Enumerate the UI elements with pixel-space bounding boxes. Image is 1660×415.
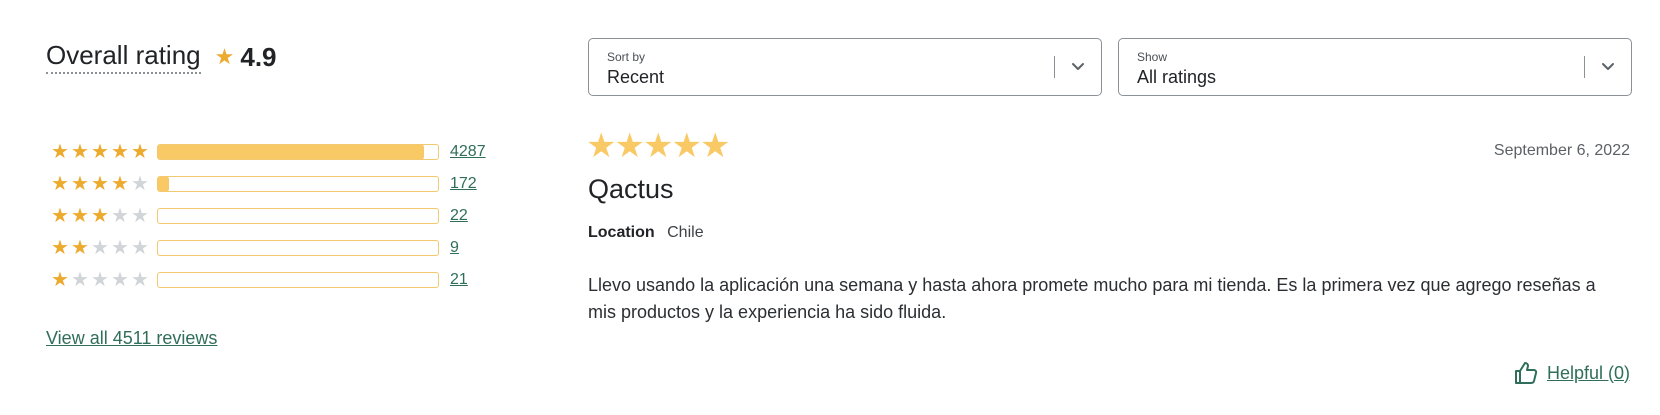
star-empty-icon: ★ xyxy=(111,269,129,291)
rating-row-3: ★ ★ ★ ★ ★ 22 xyxy=(50,200,490,232)
sort-by-value: Recent xyxy=(607,67,665,87)
review-date: September 6, 2022 xyxy=(1493,142,1630,159)
rating-row-2: ★ ★ ★ ★ ★ 9 xyxy=(50,232,490,264)
rating-row-4: ★ ★ ★ ★ ★ 172 xyxy=(50,168,490,200)
star-empty-icon: ★ xyxy=(71,269,89,291)
rating-bar xyxy=(157,240,439,256)
star-filled-icon: ★ xyxy=(700,127,731,165)
rating-count-link[interactable]: 22 xyxy=(450,207,468,225)
star-empty-icon: ★ xyxy=(111,205,129,227)
star-filled-icon: ★ xyxy=(51,173,69,195)
star-rating-icons: ★ ★ ★ ★ ★ xyxy=(50,142,150,162)
star-filled-icon: ★ xyxy=(71,173,89,195)
rating-distribution: ★ ★ ★ ★ ★ 4287 ★ ★ ★ ★ ★ 172 ★ ★ ★ ★ ★ 22 ★ ★ ★ ★ ★ 9 ★ ★… xyxy=(50,136,490,296)
star-icon: ★ xyxy=(214,44,235,69)
star-filled-icon: ★ xyxy=(71,141,89,163)
star-filled-icon: ★ xyxy=(71,237,89,259)
select-divider xyxy=(1054,56,1055,78)
star-filled-icon: ★ xyxy=(91,173,109,195)
location-label: Location xyxy=(588,224,655,241)
review-star-rating: ★ ★ ★ ★ ★ xyxy=(586,127,731,165)
show-value: All ratings xyxy=(1137,67,1217,87)
review-body: Llevo usando la aplicación una semana y … xyxy=(588,275,1596,322)
show-ratings-select[interactable]: Show All ratings xyxy=(1118,38,1632,96)
star-filled-icon: ★ xyxy=(51,237,69,259)
star-rating-icons: ★ ★ ★ ★ ★ xyxy=(50,270,150,290)
rating-count-link[interactable]: 4287 xyxy=(450,143,486,161)
star-rating-icons: ★ ★ ★ ★ ★ xyxy=(50,206,150,226)
rating-count-link[interactable]: 172 xyxy=(450,175,477,193)
rating-row-5: ★ ★ ★ ★ ★ 4287 xyxy=(50,136,490,168)
star-empty-icon: ★ xyxy=(131,205,149,227)
rating-bar-fill xyxy=(158,145,424,159)
select-divider xyxy=(1584,56,1585,78)
star-empty-icon: ★ xyxy=(131,237,149,259)
star-filled-icon: ★ xyxy=(111,141,129,163)
sort-by-label: Sort by xyxy=(607,50,646,64)
star-empty-icon: ★ xyxy=(131,173,149,195)
rating-bar xyxy=(157,144,439,160)
show-label: Show xyxy=(1137,50,1168,64)
rating-count-link[interactable]: 21 xyxy=(450,271,468,289)
star-filled-icon: ★ xyxy=(671,127,702,165)
chevron-down-icon xyxy=(1602,63,1614,70)
star-empty-icon: ★ xyxy=(131,269,149,291)
reviewer-name: Qactus xyxy=(588,174,674,204)
overall-rating: Overall rating ★ 4.9 xyxy=(46,40,277,74)
star-filled-icon: ★ xyxy=(111,173,129,195)
rating-bar-fill xyxy=(158,177,170,191)
star-empty-icon: ★ xyxy=(91,269,109,291)
rating-row-1: ★ ★ ★ ★ ★ 21 xyxy=(50,264,490,296)
star-filled-icon: ★ xyxy=(51,141,69,163)
sort-by-select[interactable]: Sort by Recent xyxy=(588,38,1102,96)
location-value: Chile xyxy=(667,224,704,241)
thumbs-up-icon xyxy=(1514,362,1538,384)
chevron-down-icon xyxy=(1072,63,1084,70)
star-filled-icon: ★ xyxy=(586,127,617,165)
reviewer-location: Location Chile xyxy=(588,224,704,242)
rating-bar xyxy=(157,208,439,224)
star-filled-icon: ★ xyxy=(614,127,645,165)
rating-bar xyxy=(157,176,439,192)
overall-rating-label[interactable]: Overall rating xyxy=(46,40,201,74)
star-filled-icon: ★ xyxy=(131,141,149,163)
star-filled-icon: ★ xyxy=(91,205,109,227)
helpful-button[interactable]: Helpful (0) xyxy=(1513,360,1630,386)
view-all-reviews-link[interactable]: View all 4511 reviews xyxy=(46,328,217,349)
star-filled-icon: ★ xyxy=(71,205,89,227)
star-empty-icon: ★ xyxy=(91,237,109,259)
star-filled-icon: ★ xyxy=(643,127,674,165)
rating-bar xyxy=(157,272,439,288)
rating-count-link[interactable]: 9 xyxy=(450,239,459,257)
overall-rating-value: 4.9 xyxy=(240,42,277,72)
star-rating-icons: ★ ★ ★ ★ ★ xyxy=(50,238,150,258)
helpful-label: Helpful (0) xyxy=(1546,362,1630,383)
star-empty-icon: ★ xyxy=(111,237,129,259)
star-filled-icon: ★ xyxy=(51,205,69,227)
star-rating-icons: ★ ★ ★ ★ ★ xyxy=(50,174,150,194)
star-filled-icon: ★ xyxy=(51,269,69,291)
star-filled-icon: ★ xyxy=(91,141,109,163)
